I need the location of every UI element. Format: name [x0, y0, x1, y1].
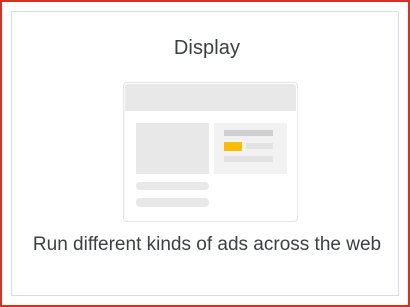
illustration-ad-accent: [224, 142, 242, 151]
campaign-type-card-display[interactable]: Display Run different kinds of ads acros…: [0, 0, 410, 307]
display-ad-layout-icon: [123, 82, 298, 222]
illustration-text-line: [136, 198, 209, 207]
illustration-content-block: [136, 123, 209, 174]
illustration-ad-line: [224, 130, 273, 136]
card-description: Run different kinds of ads across the we…: [32, 234, 382, 255]
illustration-ad-line: [224, 156, 273, 162]
illustration-ad-line: [246, 143, 273, 149]
illustration-text-line: [136, 182, 209, 190]
illustration-header-bar: [125, 84, 296, 111]
card-title: Display: [173, 37, 241, 59]
